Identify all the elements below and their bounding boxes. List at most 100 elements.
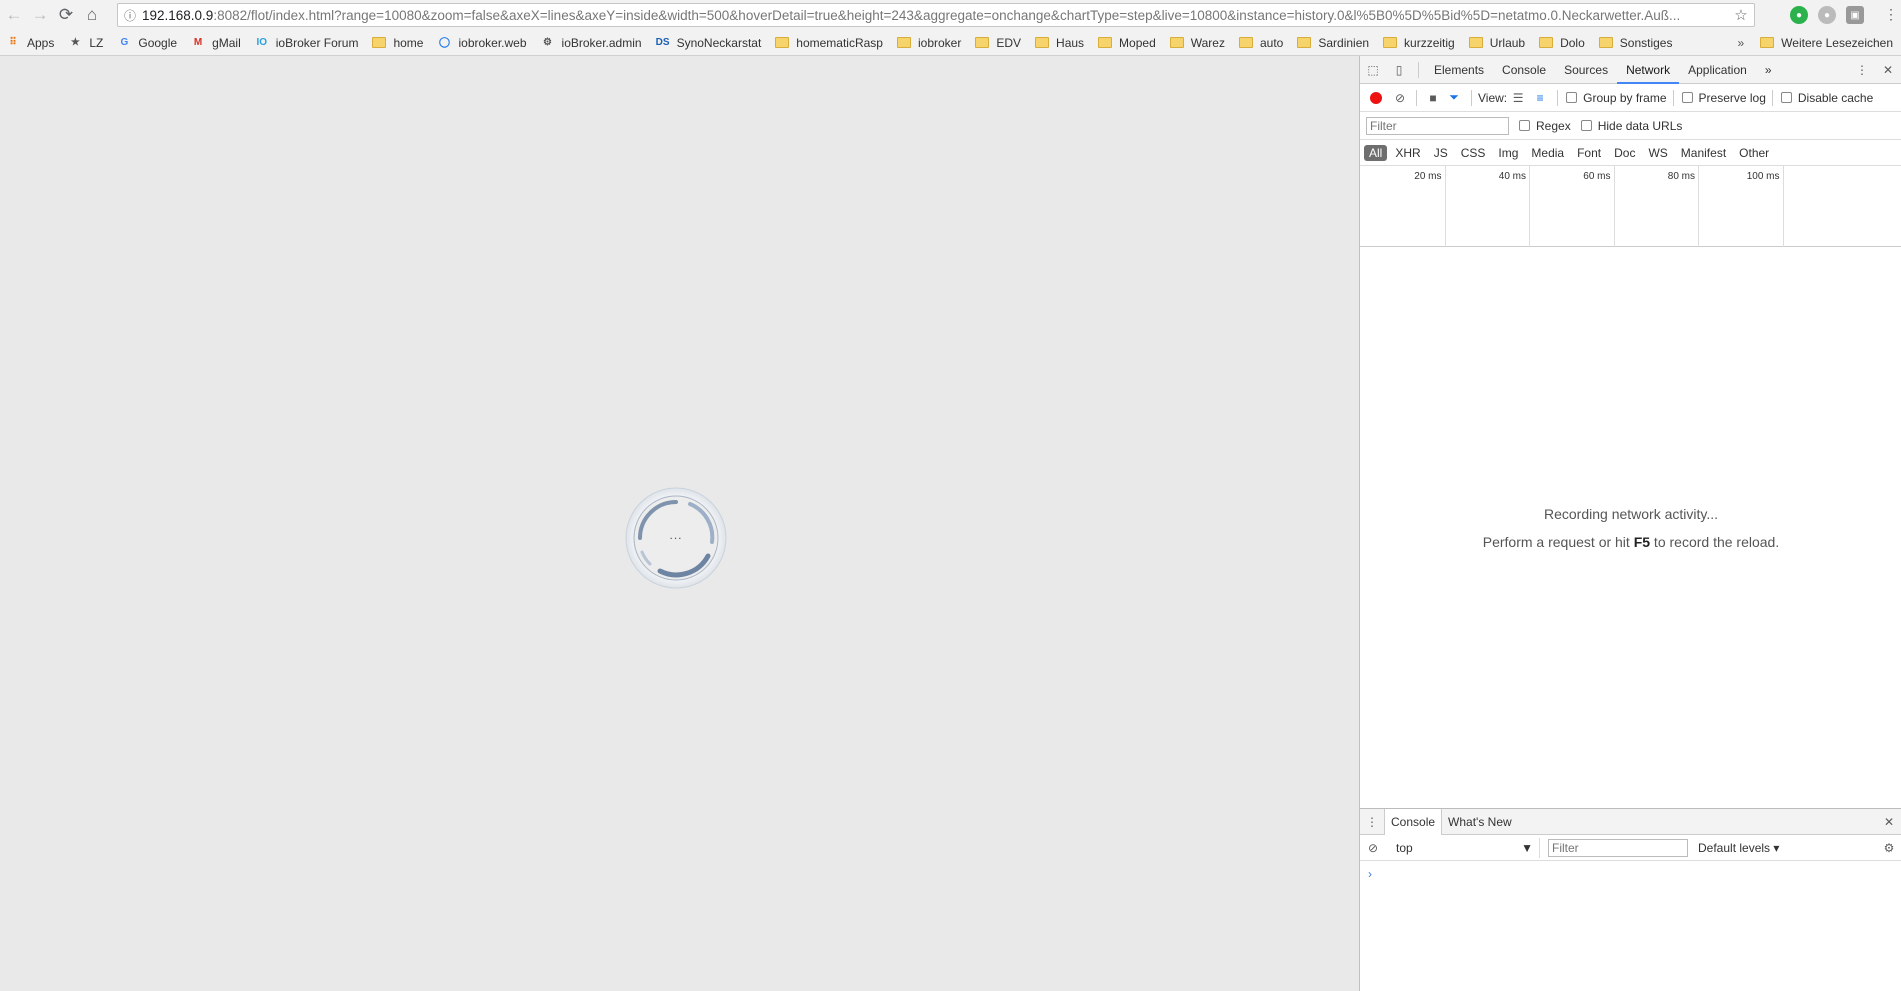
devtools-tab-elements[interactable]: Elements (1425, 56, 1493, 84)
type-filter-other[interactable]: Other (1734, 145, 1774, 161)
bookmark-homematicrasp[interactable]: homematicRasp (769, 32, 891, 54)
large-rows-icon[interactable]: ☰ (1507, 85, 1529, 111)
type-filter-css[interactable]: CSS (1456, 145, 1491, 161)
record-icon[interactable] (1370, 91, 1382, 104)
type-filter-manifest[interactable]: Manifest (1676, 145, 1731, 161)
type-filter-all[interactable]: All (1364, 144, 1388, 161)
devtools-tab-network[interactable]: Network (1617, 56, 1680, 84)
bookmark-apps[interactable]: ⠿ Apps (0, 32, 62, 54)
bookmark-google[interactable]: G Google (111, 32, 185, 54)
type-filter-js[interactable]: JS (1429, 145, 1453, 161)
devtools-tab-application[interactable]: Application (1679, 56, 1756, 84)
timeline-tick-label: 60 ms (1583, 171, 1611, 182)
bookmark-iobroker[interactable]: iobroker (891, 32, 969, 54)
bookmark-iobroker-web[interactable]: ◯ iobroker.web (431, 32, 534, 54)
bookmark-star-icon[interactable]: ☆ (1728, 6, 1754, 24)
bookmark-kurzzeitig[interactable]: kurzzeitig (1377, 32, 1463, 54)
console-settings-icon[interactable]: ⚙ (1876, 835, 1901, 861)
drawer-tab-console[interactable]: Console (1384, 808, 1443, 835)
bookmark-sardinien[interactable]: Sardinien (1291, 32, 1377, 54)
clear-icon[interactable]: ⊘ (1390, 85, 1410, 111)
bookmark-label: home (393, 35, 424, 50)
spinner-text: ... (669, 528, 683, 542)
forward-button[interactable]: → (28, 3, 52, 27)
device-toolbar-icon[interactable]: ▯ (1386, 57, 1412, 83)
bookmark-synoneckarstat[interactable]: DS SynoNeckarstat (650, 32, 770, 54)
star-icon: ★ (70, 37, 80, 48)
timeline-tick: 40 ms (1499, 166, 1530, 247)
type-filter-ws[interactable]: WS (1643, 145, 1672, 161)
bookmark-home[interactable]: home (366, 32, 431, 54)
address-bar[interactable]: ⓘ 192.168.0.9 :8082/flot/index.html?rang… (117, 3, 1755, 27)
context-value: top (1396, 840, 1413, 855)
bookmark-label: auto (1259, 35, 1284, 50)
reload-hint: Perform a request or hit F5 to record th… (1482, 534, 1780, 550)
bookmark-dolo[interactable]: Dolo (1533, 32, 1593, 54)
back-button[interactable]: ← (2, 3, 26, 27)
log-levels-select[interactable]: Default levels ▾ (1698, 841, 1779, 855)
globe-icon: ◯ (438, 37, 451, 48)
group-by-frame-checkbox[interactable] (1566, 92, 1578, 103)
console-filter-input[interactable] (1548, 838, 1688, 857)
drawer-close-icon[interactable]: ✕ (1876, 809, 1901, 835)
bookmark-urlaub[interactable]: Urlaub (1463, 32, 1533, 54)
type-filter-font[interactable]: Font (1572, 145, 1606, 161)
folder-icon (1169, 37, 1184, 48)
extension-camera-icon[interactable]: ▣ (1846, 6, 1864, 24)
inspect-element-icon[interactable]: ⬚ (1360, 57, 1386, 83)
bookmark-sonstiges[interactable]: Sonstiges (1593, 32, 1681, 54)
bookmark-edv[interactable]: EDV (969, 32, 1029, 54)
bookmark-other-folder[interactable]: Weitere Lesezeichen (1754, 32, 1901, 54)
bookmark-moped[interactable]: Moped (1092, 32, 1164, 54)
network-filter-input[interactable] (1366, 116, 1509, 135)
context-select[interactable]: top ▼ (1390, 837, 1540, 858)
devtools-tab-console[interactable]: Console (1493, 56, 1555, 84)
home-button[interactable]: ⌂ (80, 3, 104, 27)
devtools-menu-icon[interactable]: ⋮ (1849, 57, 1875, 83)
drawer-menu-icon[interactable]: ⋮ (1360, 809, 1384, 835)
folder-icon (372, 37, 387, 48)
disable-cache-checkbox[interactable] (1780, 92, 1792, 103)
folder-icon (1297, 37, 1312, 48)
bookmark-label: Sardinien (1318, 35, 1370, 50)
extension-gray-icon[interactable]: ● (1818, 6, 1836, 24)
devtools-panel: ⬚ ▯ Elements Console Sources Network Applica… (1359, 56, 1901, 991)
waterfall-icon[interactable]: ≡ (1529, 85, 1551, 111)
bookmark-iobroker-admin[interactable]: ⚙ ioBroker.admin (535, 32, 650, 54)
network-overview-timeline[interactable]: 20 ms 40 ms 60 ms 80 ms 100 ms (1360, 166, 1901, 247)
more-tabs-button[interactable]: » (1756, 56, 1781, 84)
drawer-tab-whats-new[interactable]: What's New (1442, 809, 1518, 835)
bookmark-lz[interactable]: ★ LZ (62, 32, 111, 54)
devtools-tab-sources[interactable]: Sources (1555, 56, 1617, 84)
bookmark-warez[interactable]: Warez (1164, 32, 1233, 54)
console-prompt[interactable]: › (1360, 861, 1901, 881)
preserve-log-checkbox[interactable] (1681, 92, 1693, 103)
folder-icon (1098, 37, 1113, 48)
bookmark-iobroker-forum[interactable]: IO ioBroker Forum (249, 32, 367, 54)
capture-screenshots-icon[interactable]: ■ (1423, 85, 1443, 111)
dropdown-arrow-icon: ▾ (1773, 840, 1780, 855)
bookmark-gmail[interactable]: MgMail (185, 32, 249, 54)
f5-key: F5 (1633, 534, 1651, 550)
hide-data-urls-checkbox[interactable] (1580, 120, 1592, 131)
iobroker-icon: IO (256, 37, 268, 48)
extension-green-icon[interactable]: ● (1790, 6, 1808, 24)
bookmark-label: iobroker.web (458, 35, 527, 50)
bookmark-label: Warez (1190, 35, 1225, 50)
type-filter-xhr[interactable]: XHR (1390, 145, 1425, 161)
bookmarks-overflow-button[interactable]: » (1727, 36, 1754, 50)
regex-checkbox[interactable] (1519, 120, 1530, 131)
type-filter-doc[interactable]: Doc (1609, 145, 1640, 161)
bookmark-label: Apps (27, 35, 55, 50)
type-filter-img[interactable]: Img (1493, 145, 1523, 161)
clear-console-icon[interactable]: ⊘ (1360, 835, 1386, 861)
filter-icon[interactable]: ⏷ (1443, 85, 1465, 111)
bookmark-label: LZ (89, 35, 104, 50)
devtools-close-icon[interactable]: ✕ (1875, 57, 1901, 83)
bookmark-haus[interactable]: Haus (1029, 32, 1092, 54)
info-icon[interactable]: ⓘ (118, 7, 142, 24)
type-filter-media[interactable]: Media (1526, 145, 1569, 161)
reload-button[interactable]: ⟳ (54, 3, 78, 27)
bookmark-auto[interactable]: auto (1233, 32, 1291, 54)
browser-menu-icon[interactable]: ⋮ (1884, 6, 1898, 23)
